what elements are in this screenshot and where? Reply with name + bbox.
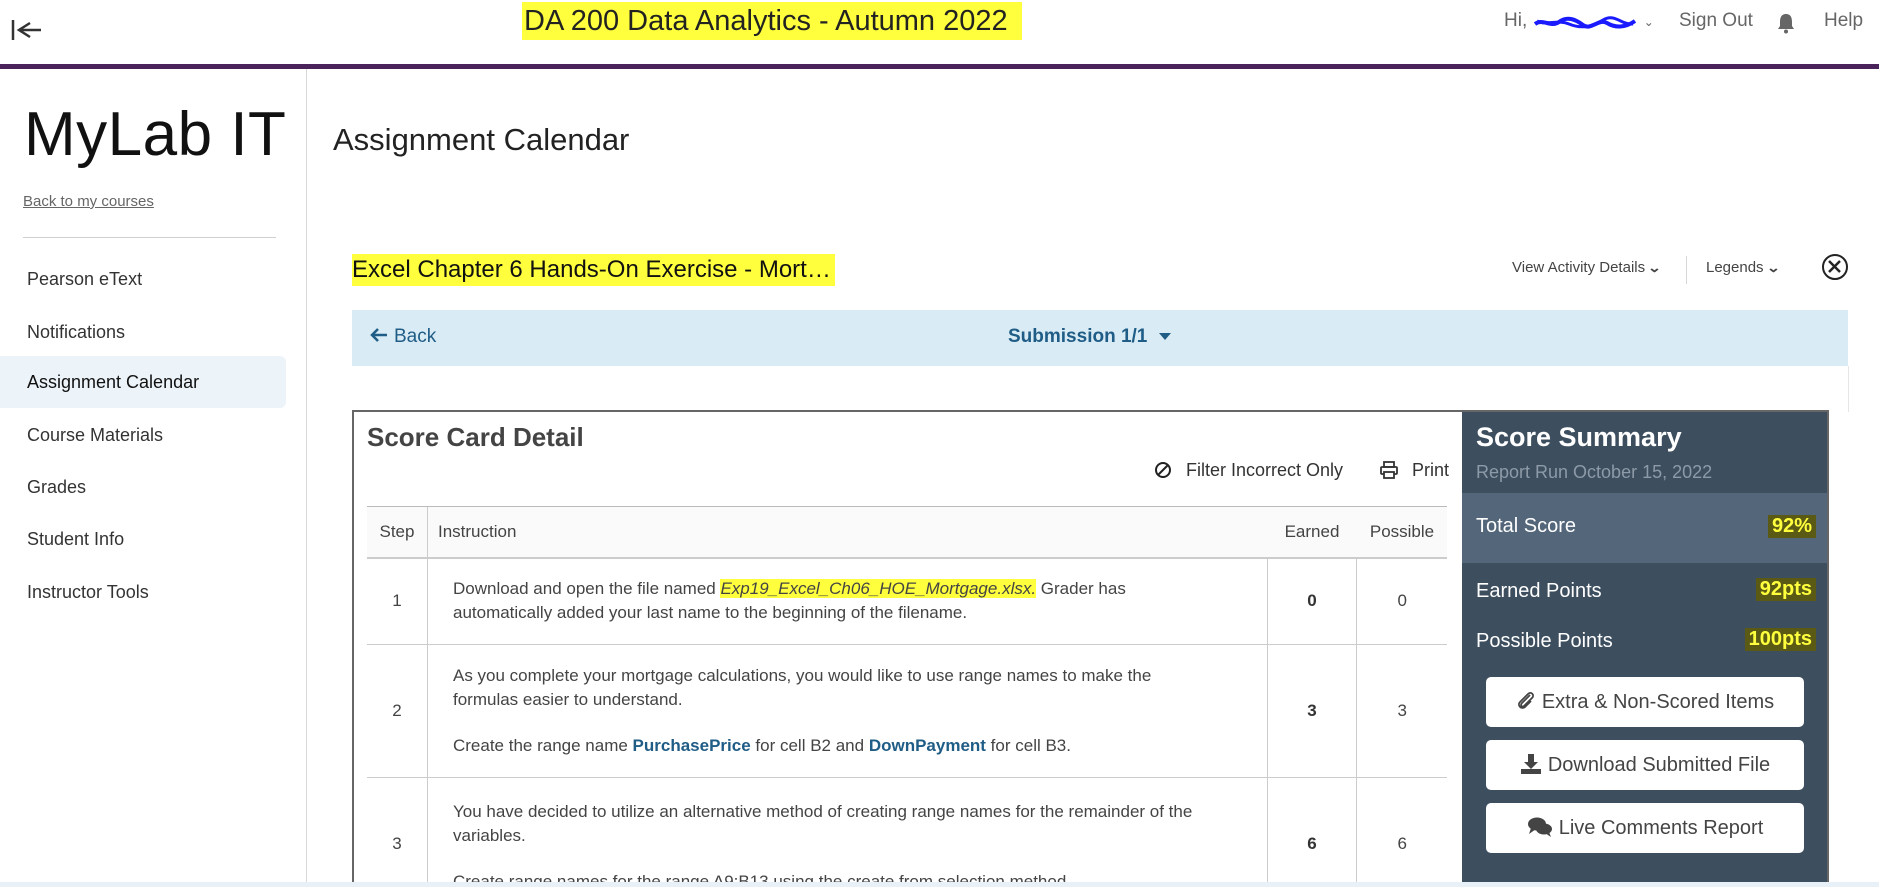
step-number: 2 — [367, 644, 428, 778]
instruction-cell: As you complete your mortgage calculatio… — [426, 644, 1268, 778]
score-summary-title: Score Summary — [1476, 422, 1682, 452]
download-file-label: Download Submitted File — [1547, 754, 1771, 776]
activity-title: Excel Chapter 6 Hands-On Exercise - Mort… — [352, 254, 835, 286]
table-row: 2 As you complete your mortgage calculat… — [367, 644, 1447, 778]
top-bar: DA 200 Data Analytics - Autumn 2022 Hi, … — [0, 0, 1879, 69]
range-name-downpayment: DownPayment — [868, 735, 986, 755]
col-step: Step — [367, 506, 428, 559]
back-label: Back — [394, 326, 437, 347]
live-comments-report-button[interactable]: Live Comments Report — [1486, 803, 1804, 853]
sidebar-item-instructor-tools[interactable]: Instructor Tools — [0, 566, 286, 618]
col-instruction: Instruction — [426, 506, 1268, 559]
help-link[interactable]: Help — [1824, 10, 1863, 32]
print-icon — [1380, 461, 1398, 484]
possible-value: 6 — [1356, 777, 1447, 885]
table-row: 3 You have decided to utilize an alterna… — [367, 777, 1447, 885]
total-score-label: Total Score — [1476, 515, 1577, 537]
earned-points-value: 92pts — [1755, 578, 1816, 601]
file-name: Exp19_Excel_Ch06_HOE_Mortgage.xlsx. — [720, 579, 1037, 599]
close-icon[interactable] — [1822, 254, 1848, 280]
score-summary-panel: Score Summary Report Run October 15, 202… — [1462, 412, 1827, 885]
text-span: Create the range name — [452, 735, 633, 755]
caret-down-icon — [1159, 333, 1172, 341]
view-activity-details-dropdown[interactable]: View Activity Details ⌄ — [1512, 259, 1662, 276]
step-number: 3 — [367, 777, 428, 885]
total-score-row: Total Score 92% — [1462, 493, 1827, 563]
report-frame — [352, 366, 1849, 412]
score-table: Step Instruction Earned Possible 1 Downl… — [367, 506, 1447, 885]
chevron-down-icon: ⌄ — [1647, 260, 1662, 275]
print-label: Print — [1412, 460, 1450, 480]
instruction-text: As you complete your mortgage calculatio… — [452, 665, 1152, 709]
print-button[interactable]: Print — [1380, 460, 1449, 484]
sidebar-item-course-materials[interactable]: Course Materials — [0, 409, 286, 461]
submission-label: Submission 1/1 — [1008, 326, 1148, 347]
brand-logo-text: MyLab IT — [24, 100, 287, 169]
paperclip-icon — [1517, 692, 1534, 709]
sidebar-item-grades[interactable]: Grades — [0, 461, 286, 513]
possible-points-label: Possible Points — [1476, 630, 1613, 652]
comments-icon — [1527, 817, 1552, 837]
range-name-purchaseprice: PurchasePrice — [632, 735, 751, 755]
extra-non-scored-label: Extra & Non-Scored Items — [1541, 691, 1775, 713]
back-to-courses-link[interactable]: Back to my courses — [23, 193, 154, 210]
earned-value: 3 — [1266, 644, 1357, 778]
instruction-cell: You have decided to utilize an alternati… — [426, 777, 1268, 885]
greeting-label: Hi, — [1504, 10, 1528, 31]
earned-points-label: Earned Points — [1476, 580, 1602, 602]
score-card-title: Score Card Detail — [367, 422, 584, 452]
sidebar-item-notifications[interactable]: Notifications — [0, 306, 286, 358]
instruction-text: Create the range name PurchasePrice for … — [453, 734, 1207, 758]
download-icon — [1520, 754, 1541, 774]
table-header-row: Step Instruction Earned Possible — [367, 506, 1447, 559]
submission-bar: Back Submission 1/1 — [352, 310, 1848, 366]
sidebar-item-student-info[interactable]: Student Info — [0, 513, 286, 565]
col-possible: Possible — [1356, 506, 1447, 559]
sidebar-item-pearson-etext[interactable]: Pearson eText — [0, 253, 286, 305]
extra-non-scored-button[interactable]: Extra & Non-Scored Items — [1486, 677, 1804, 727]
header-separator — [1686, 256, 1687, 284]
filter-incorrect-toggle[interactable]: Filter Incorrect Only — [1154, 460, 1343, 484]
report-run-date: Report Run October 15, 2022 — [1476, 462, 1713, 482]
text-span: for cell B2 and — [750, 735, 869, 755]
instruction-cell: Download and open the file named Exp19_E… — [426, 558, 1268, 645]
live-comments-label: Live Comments Report — [1558, 817, 1764, 839]
possible-points-value: 100pts — [1744, 628, 1816, 651]
instruction-text: You have decided to utilize an alternati… — [452, 801, 1193, 845]
step-number: 1 — [367, 558, 428, 645]
col-earned: Earned — [1267, 506, 1357, 559]
possible-value: 3 — [1356, 644, 1447, 778]
bell-icon[interactable] — [1776, 12, 1796, 34]
user-greeting[interactable]: Hi, ⌄ — [1504, 10, 1654, 32]
instruction-text: Download and open the file named — [452, 579, 721, 599]
legends-dropdown[interactable]: Legends ⌄ — [1706, 259, 1781, 276]
view-details-label: View Activity Details — [1512, 259, 1646, 276]
arrow-left-icon — [370, 328, 387, 342]
text-span: for cell B3. — [985, 735, 1071, 755]
collapse-sidebar-icon[interactable] — [10, 10, 44, 44]
course-title: DA 200 Data Analytics - Autumn 2022 — [522, 2, 1022, 40]
sidebar-item-assignment-calendar[interactable]: Assignment Calendar — [0, 356, 286, 408]
table-row: 1 Download and open the file named Exp19… — [367, 558, 1447, 645]
total-score-value: 92% — [1767, 515, 1816, 538]
sidebar-divider — [23, 237, 276, 238]
legends-label: Legends — [1706, 259, 1764, 276]
submission-selector[interactable]: Submission 1/1 — [1008, 326, 1172, 348]
chevron-down-icon: ⌄ — [1643, 15, 1654, 29]
sidebar: MyLab IT Back to my courses Pearson eTex… — [0, 69, 307, 887]
score-card: Score Card Detail Filter Incorrect Only … — [352, 410, 1829, 887]
horizontal-scrollbar[interactable] — [0, 882, 1879, 887]
chevron-down-icon: ⌄ — [1765, 260, 1781, 275]
download-submitted-file-button[interactable]: Download Submitted File — [1486, 740, 1804, 790]
earned-value: 0 — [1266, 558, 1357, 645]
back-button[interactable]: Back — [370, 326, 436, 348]
filter-label: Filter Incorrect Only — [1186, 460, 1344, 480]
ban-icon — [1154, 461, 1172, 484]
sign-out-link[interactable]: Sign Out — [1679, 10, 1753, 32]
earned-value: 6 — [1266, 777, 1357, 885]
possible-value: 0 — [1356, 558, 1447, 645]
page-title: Assignment Calendar — [333, 122, 630, 157]
redacted-user-name — [1533, 14, 1637, 29]
